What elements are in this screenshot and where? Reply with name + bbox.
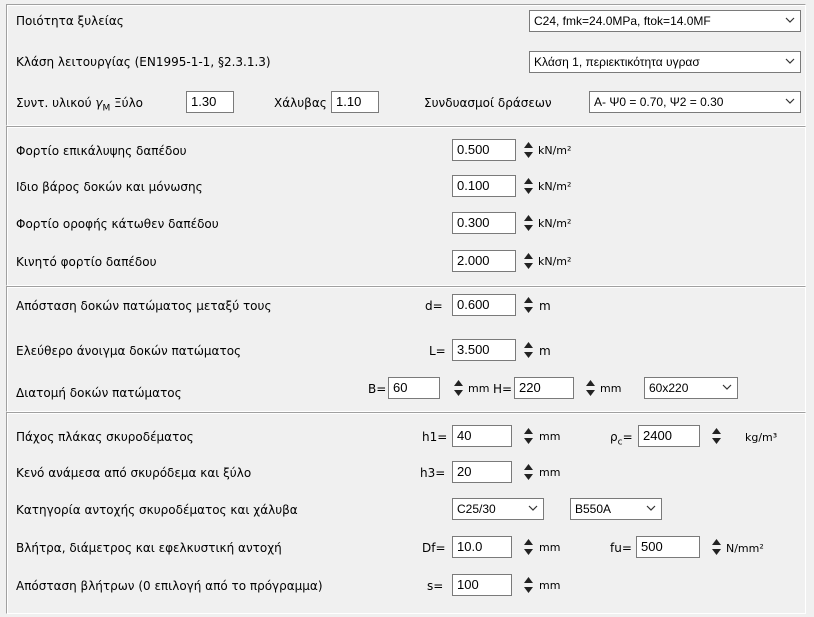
cross-section-label: Διατομή δοκών πατώματος [16, 386, 182, 400]
dowel-diameter-prefix: Df= [422, 541, 446, 555]
load-row-unit: kN/m² [538, 144, 572, 157]
load-row-input[interactable]: 0.500 [452, 139, 516, 161]
steel-grade-select[interactable]: B550A [570, 498, 662, 520]
dowel-diameter-input[interactable]: 10.0 [452, 536, 512, 558]
dowel-label: Βλήτρα, διάμετρος και εφελκυστική αντοχή [16, 541, 282, 555]
service-class-select[interactable]: Κλάση 1, περιεκτικότητα υγρασ [529, 51, 801, 73]
slab-thickness-label: Πάχος πλάκας σκυροδέματος [16, 430, 194, 444]
span-label: Ελεύθερο άνοιγμα δοκών πατώματος [16, 344, 242, 358]
service-class-value: Κλάση 1, περιεκτικότητα υγρασ [534, 55, 700, 69]
gamma-m-label: Συντ. υλικού γM Ξύλο [16, 96, 144, 114]
span-unit: m [539, 344, 551, 358]
joist-spacing-label: Απόσταση δοκών πατώματος μεταξύ τους [16, 299, 272, 313]
spin-arrows-icon[interactable] [522, 339, 535, 361]
slab-thickness-prefix: h1= [422, 430, 448, 444]
concrete-grade-value: C25/30 [457, 502, 496, 516]
spin-arrows-icon[interactable] [522, 139, 535, 161]
spin-arrows-icon[interactable] [710, 425, 723, 447]
slab-thickness-input[interactable]: 40 [452, 425, 512, 447]
strength-grade-label: Κατηγορία αντοχής σκυροδέματος και χάλυβ… [16, 503, 298, 517]
load-row-label: Φορτίο επικάλυψης δαπέδου [16, 144, 187, 158]
spin-arrows-icon[interactable] [452, 377, 465, 399]
h-input[interactable]: 220 [514, 377, 574, 399]
combinations-value: A- Ψ0 = 0.70, Ψ2 = 0.30 [594, 95, 724, 109]
joist-spacing-prefix: d= [425, 299, 443, 313]
chevron-down-icon [785, 17, 795, 23]
spin-arrows-icon[interactable] [522, 294, 535, 316]
cross-section-select[interactable]: 60x220 [644, 377, 738, 399]
spin-arrows-icon[interactable] [522, 212, 535, 234]
load-row-input[interactable]: 0.100 [452, 175, 516, 197]
load-row-input[interactable]: 2.000 [452, 250, 516, 272]
load-row-unit: kN/m² [538, 255, 572, 268]
spin-arrows-icon[interactable] [584, 377, 597, 399]
fu-unit: N/mm² [726, 542, 764, 555]
spin-arrows-icon[interactable] [710, 536, 723, 558]
wood-quality-value: C24, fmk=24.0MPa, ftok=14.0MF [534, 14, 711, 28]
load-row-unit: kN/m² [538, 217, 572, 230]
gap-prefix: h3= [420, 466, 446, 480]
concrete-density-input[interactable]: 2400 [638, 425, 700, 447]
chevron-down-icon [646, 505, 656, 511]
gap-label: Κενό ανάμεσα από σκυρόδεμα και ξύλο [16, 466, 252, 480]
spin-arrows-icon[interactable] [522, 175, 535, 197]
concrete-density-prefix: ρc= [610, 430, 633, 448]
h-unit: mm [600, 382, 622, 395]
spin-arrows-icon[interactable] [522, 425, 535, 447]
span-prefix: L= [429, 344, 446, 358]
fu-input[interactable]: 500 [636, 536, 700, 558]
dowel-spacing-prefix: s= [427, 579, 444, 593]
service-class-label: Κλάση λειτουργίας (EN1995-1-1, §2.3.1.3) [16, 55, 271, 69]
dowel-spacing-input[interactable]: 100 [452, 574, 512, 596]
b-prefix: B= [368, 382, 387, 396]
b-input[interactable]: 60 [388, 377, 440, 399]
combinations-label: Συνδυασμοί δράσεων [424, 96, 552, 110]
slab-thickness-unit: mm [539, 430, 561, 443]
spin-arrows-icon[interactable] [522, 250, 535, 272]
load-row-unit: kN/m² [538, 180, 572, 193]
concrete-grade-select[interactable]: C25/30 [452, 498, 544, 520]
load-row-input[interactable]: 0.300 [452, 212, 516, 234]
joist-spacing-unit: m [539, 299, 551, 313]
concrete-density-unit: kg/m³ [745, 431, 778, 444]
b-unit: mm [468, 382, 490, 395]
dowel-diameter-unit: mm [539, 541, 561, 554]
cross-section-value: 60x220 [649, 381, 689, 395]
fu-prefix: fu= [610, 541, 632, 555]
gamma-wood-input[interactable]: 1.30 [186, 91, 234, 113]
combinations-select[interactable]: A- Ψ0 = 0.70, Ψ2 = 0.30 [589, 91, 801, 113]
joist-spacing-input[interactable]: 0.600 [452, 294, 516, 316]
dowel-spacing-label: Απόσταση βλήτρων (0 επιλογή από το πρόγρ… [16, 579, 323, 593]
chevron-down-icon [528, 505, 538, 511]
spin-arrows-icon[interactable] [522, 461, 535, 483]
gap-unit: mm [539, 466, 561, 479]
wood-quality-label: Ποιότητα ξυλείας [16, 14, 124, 28]
load-row-label: Ιδιο βάρος δοκών και μόνωσης [16, 180, 203, 194]
h-prefix: H= [493, 382, 513, 396]
gamma-steel-input[interactable]: 1.10 [331, 91, 379, 113]
wood-quality-select[interactable]: C24, fmk=24.0MPa, ftok=14.0MF [529, 10, 801, 32]
steel-grade-value: B550A [575, 502, 612, 516]
chevron-down-icon [785, 58, 795, 64]
spin-arrows-icon[interactable] [522, 536, 535, 558]
span-input[interactable]: 3.500 [452, 339, 516, 361]
steel-label: Χάλυβας [274, 96, 327, 110]
chevron-down-icon [722, 384, 732, 390]
gap-input[interactable]: 20 [452, 461, 512, 483]
chevron-down-icon [785, 98, 795, 104]
load-row-label: Φορτίο οροφής κάτωθεν δαπέδου [16, 217, 219, 231]
spin-arrows-icon[interactable] [522, 574, 535, 596]
dowel-spacing-unit: mm [539, 579, 561, 592]
load-row-label: Κινητό φορτίο δαπέδου [16, 255, 157, 269]
